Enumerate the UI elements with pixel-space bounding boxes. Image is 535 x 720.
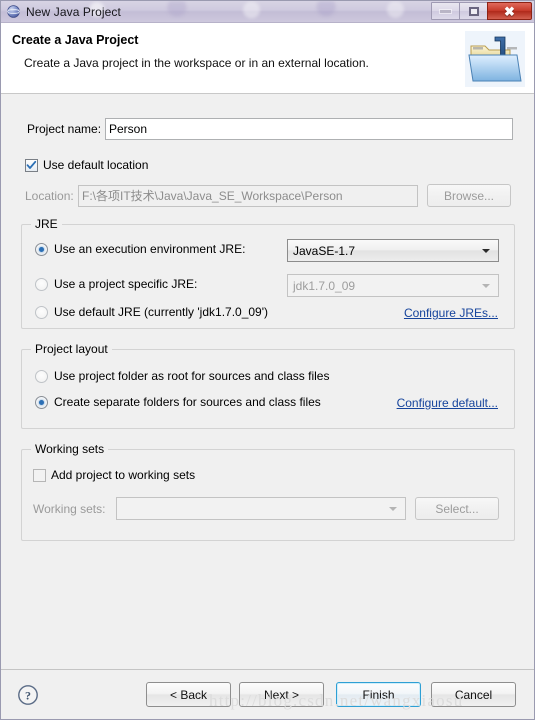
layout-option-project-folder[interactable]: Use project folder as root for sources a…: [35, 369, 329, 383]
location-label: Location:: [25, 188, 74, 203]
next-button[interactable]: Next >: [239, 682, 324, 707]
dialog-footer: ? < Back Next > Finish Cancel: [1, 669, 534, 719]
back-button[interactable]: < Back: [146, 682, 231, 707]
new-java-project-dialog: New Java Project ✖ Create a Java Project…: [0, 0, 535, 720]
radio-project-folder-root[interactable]: [35, 369, 48, 383]
cancel-button[interactable]: Cancel: [431, 682, 516, 707]
finish-button[interactable]: Finish: [336, 682, 421, 707]
page-title: Create a Java Project: [12, 33, 139, 47]
working-sets-label: Working sets:: [33, 501, 106, 516]
jre-option-execution-environment[interactable]: Use an execution environment JRE:: [35, 242, 245, 256]
location-row: Location: F:\各项IT技术\Java\Java_SE_Workspa…: [25, 184, 513, 207]
layout-project-folder-label: Use project folder as root for sources a…: [54, 369, 330, 383]
title-bar: New Java Project ✖: [1, 1, 534, 23]
add-to-working-sets-label: Add project to working sets: [51, 468, 196, 482]
project-layout-group-title: Project layout: [31, 342, 112, 356]
svg-text:?: ?: [25, 689, 31, 703]
radio-project-specific[interactable]: [35, 277, 48, 291]
use-default-location-label: Use default location: [43, 158, 149, 172]
radio-separate-folders[interactable]: [35, 395, 48, 409]
radio-execution-environment[interactable]: [35, 242, 48, 256]
project-name-label: Project name:: [27, 122, 102, 136]
chevron-down-icon: [389, 506, 397, 511]
jre-group: JRE Use an execution environment JRE: Ja…: [21, 217, 515, 329]
use-default-location-row[interactable]: Use default location: [25, 158, 148, 172]
maximize-button[interactable]: [459, 2, 488, 20]
project-layout-group: Project layout Use project folder as roo…: [21, 342, 515, 429]
working-sets-group: Working sets Add project to working sets…: [21, 442, 515, 541]
layout-separate-folders-label: Create separate folders for sources and …: [54, 395, 321, 409]
window-title: New Java Project: [26, 4, 121, 19]
java-globe-icon: [6, 4, 21, 19]
layout-option-separate-folders[interactable]: Create separate folders for sources and …: [35, 395, 321, 409]
maximize-icon: [468, 6, 479, 16]
working-sets-group-title: Working sets: [31, 442, 109, 456]
use-default-location-checkbox[interactable]: [25, 158, 38, 172]
add-to-working-sets-row[interactable]: Add project to working sets: [33, 468, 195, 482]
project-specific-jre-value: jdk1.7.0_09: [293, 278, 356, 293]
configure-default-link[interactable]: Configure default...: [397, 396, 498, 410]
radio-dot-icon: [39, 399, 44, 405]
dialog-body: Project name: Person Use default locatio…: [1, 94, 534, 669]
jre-default-label: Use default JRE (currently 'jdk1.7.0_09'…: [54, 305, 269, 319]
jre-group-title: JRE: [31, 217, 62, 231]
radio-dot-icon: [39, 246, 44, 252]
browse-button[interactable]: Browse...: [427, 184, 511, 207]
select-working-sets-button[interactable]: Select...: [415, 497, 499, 520]
jre-execution-environment-label: Use an execution environment JRE:: [54, 242, 246, 256]
location-input[interactable]: F:\各项IT技术\Java\Java_SE_Workspace\Person: [78, 184, 418, 207]
page-description: Create a Java project in the workspace o…: [24, 56, 369, 70]
chevron-down-icon: [482, 283, 490, 288]
dialog-header: Create a Java Project Create a Java proj…: [1, 23, 534, 94]
close-button[interactable]: ✖: [487, 2, 532, 20]
window-controls: ✖: [431, 2, 532, 20]
jre-option-default[interactable]: Use default JRE (currently 'jdk1.7.0_09'…: [35, 305, 268, 319]
project-name-input[interactable]: Person: [105, 118, 513, 140]
execution-environment-combo[interactable]: JavaSE-1.7: [287, 239, 499, 262]
configure-jres-link[interactable]: Configure JREs...: [404, 306, 498, 320]
minimize-button[interactable]: [431, 2, 460, 20]
jre-project-specific-label: Use a project specific JRE:: [54, 277, 198, 291]
checkmark-icon: [26, 160, 37, 169]
minimize-icon: [440, 9, 451, 13]
execution-environment-value: JavaSE-1.7: [293, 243, 356, 258]
working-sets-select-row: Working sets: Select...: [33, 497, 503, 520]
project-name-row: Project name: Person: [27, 118, 513, 140]
working-sets-combo[interactable]: [116, 497, 406, 520]
java-project-folder-icon: [465, 31, 525, 87]
project-specific-jre-combo[interactable]: jdk1.7.0_09: [287, 274, 499, 297]
radio-default-jre[interactable]: [35, 305, 48, 319]
close-icon: ✖: [504, 3, 515, 19]
help-question-icon[interactable]: ?: [17, 684, 39, 706]
jre-option-project-specific[interactable]: Use a project specific JRE:: [35, 277, 197, 291]
chevron-down-icon: [482, 248, 490, 253]
add-to-working-sets-checkbox[interactable]: [33, 468, 46, 482]
